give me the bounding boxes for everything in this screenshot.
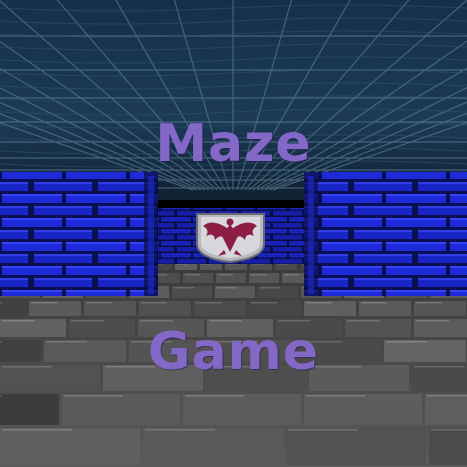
maze-3d-view bbox=[0, 0, 467, 467]
maze-game-title-screen: Maze Game bbox=[0, 0, 467, 467]
eagle-crest-icon bbox=[196, 213, 265, 264]
left-wall bbox=[0, 172, 158, 296]
right-wall bbox=[304, 172, 467, 296]
title-line-1: Maze bbox=[155, 114, 312, 174]
title-line-2: Game bbox=[147, 322, 320, 382]
